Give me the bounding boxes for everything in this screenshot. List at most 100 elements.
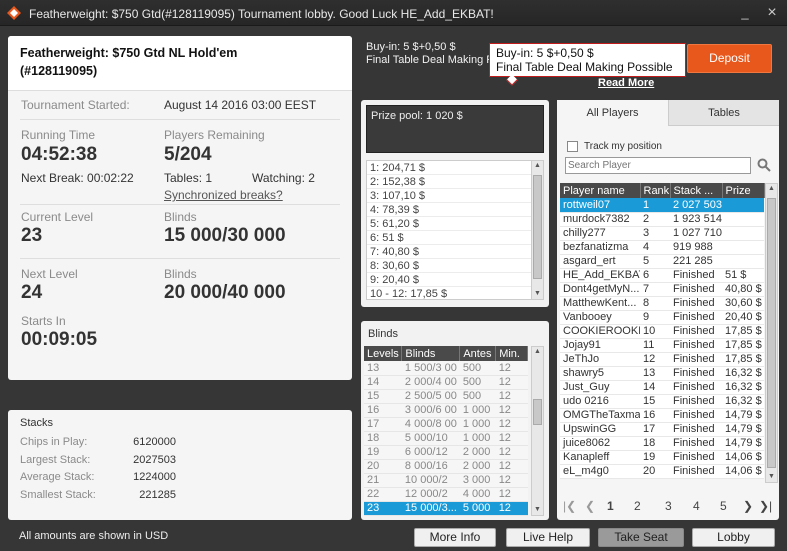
prize-list[interactable]: 1: 204,71 $2: 152,38 $3: 107,10 $4: 78,3… [366, 160, 532, 300]
stack-value: 221285 [139, 488, 176, 501]
player-row[interactable]: HE_Add_EKBAT 6 Finished 51 $ [560, 268, 764, 283]
next-blinds-label: Blinds [164, 267, 197, 281]
blinds-column-header[interactable]: Levels [364, 346, 403, 361]
player-row[interactable]: MatthewKent... 8 Finished 30,60 $ [560, 296, 764, 311]
track-position-checkbox[interactable] [567, 141, 578, 152]
scroll-thumb[interactable] [533, 399, 542, 425]
player-row[interactable]: rottweil07 1 2 027 503 [560, 198, 764, 213]
tables-count: Tables: 1 [164, 171, 213, 185]
tab-all-players[interactable]: All Players [557, 100, 668, 126]
next-page-icon[interactable]: ❯ [743, 499, 753, 513]
player-row[interactable]: bezfanatizma 4 919 988 [560, 240, 764, 255]
players-column-header[interactable]: Stack ... [670, 183, 723, 198]
page-number[interactable]: 4 [693, 499, 700, 513]
read-more-link[interactable]: Read More [598, 77, 654, 89]
players-column-header[interactable]: Player name [560, 183, 641, 198]
deposit-button[interactable]: Deposit [687, 44, 772, 73]
scroll-down-icon[interactable]: ▼ [766, 472, 777, 482]
player-row[interactable]: Just_Guy 14 Finished 16,32 $ [560, 380, 764, 395]
blinds-cell: 4 000/8 00 [401, 417, 460, 432]
player-cell [722, 240, 764, 255]
player-cell: 1 [640, 198, 670, 213]
blinds-cell: 13 [364, 361, 402, 376]
blinds-cell: 12 [495, 473, 528, 488]
page-number[interactable]: 2 [634, 499, 641, 513]
scroll-up-icon[interactable]: ▲ [766, 184, 777, 194]
blinds-label: Blinds [164, 210, 197, 224]
blinds-scrollbar[interactable]: ▲ ▼ [531, 346, 544, 516]
tab-tables[interactable]: Tables [668, 100, 779, 126]
player-row[interactable]: asgard_ert 5 221 285 [560, 254, 764, 269]
scroll-up-icon[interactable]: ▲ [532, 161, 543, 171]
prize-scrollbar[interactable]: ▲ ▼ [531, 160, 544, 300]
players-scrollbar[interactable]: ▲ ▼ [765, 183, 778, 483]
blinds-panel-title: Blinds [368, 328, 398, 340]
player-row[interactable]: Dont4getMyN... 7 Finished 40,80 $ [560, 282, 764, 297]
scroll-thumb[interactable] [533, 175, 542, 279]
blinds-cell: 5 000 [459, 501, 496, 516]
player-cell: Finished [670, 464, 722, 479]
player-cell: 2 [640, 212, 670, 227]
player-cell: asgard_ert [560, 254, 640, 269]
player-row[interactable]: Kanapleff 19 Finished 14,06 $ [560, 450, 764, 465]
close-button[interactable]: × [764, 5, 780, 21]
player-cell: Jojay91 [560, 338, 640, 353]
scroll-up-icon[interactable]: ▲ [532, 347, 543, 357]
player-cell: 16,32 $ [722, 366, 764, 381]
blinds-column-header[interactable]: Antes [459, 346, 497, 361]
lobby-button[interactable]: Lobby [692, 528, 775, 547]
prize-row: 1: 204,71 $ [367, 161, 531, 175]
player-row[interactable]: eL_m4g0 20 Finished 14,06 $ [560, 464, 764, 479]
search-icon[interactable] [757, 158, 771, 172]
player-cell: 3 [640, 226, 670, 241]
player-row[interactable]: juice8062 18 Finished 14,79 $ [560, 436, 764, 451]
started-label: Tournament Started: [21, 98, 130, 112]
players-column-header[interactable]: Rank [640, 183, 671, 198]
blinds-cell: 14 [364, 375, 402, 390]
synchronized-breaks-link[interactable]: Synchronized breaks? [164, 188, 283, 202]
live-help-button[interactable]: Live Help [506, 528, 590, 547]
players-column-header[interactable]: Prize [722, 183, 765, 198]
player-cell: 13 [640, 366, 670, 381]
current-level-value: 23 [21, 225, 43, 246]
blinds-row: 23 15 000/3... 5 000 12 [364, 501, 528, 516]
player-row[interactable]: Vanbooey 9 Finished 20,40 $ [560, 310, 764, 325]
take-seat-button[interactable]: Take Seat [598, 528, 684, 547]
scroll-down-icon[interactable]: ▼ [532, 505, 543, 515]
blinds-cell: 19 [364, 445, 402, 460]
player-cell: 9 [640, 310, 670, 325]
blinds-cell: 2 000/4 00 [401, 375, 460, 390]
blinds-column-header[interactable]: Min. [495, 346, 528, 361]
prev-page-icon[interactable]: ❮ [585, 499, 595, 513]
blinds-cell: 16 [364, 403, 402, 418]
player-row[interactable]: udo 0216 15 Finished 16,32 $ [560, 394, 764, 409]
page-number[interactable]: 3 [665, 499, 672, 513]
scroll-thumb[interactable] [767, 198, 776, 468]
more-info-button[interactable]: More Info [414, 528, 496, 547]
first-page-icon[interactable]: |❮ [563, 499, 576, 513]
player-row[interactable]: shawry5 13 Finished 16,32 $ [560, 366, 764, 381]
player-row[interactable]: OMGTheTaxman 16 Finished 14,79 $ [560, 408, 764, 423]
player-row[interactable]: murdock7382 2 1 923 514 [560, 212, 764, 227]
player-row[interactable]: COOKIEROOKIE10Finished17,85 $ [560, 324, 764, 339]
search-player-input[interactable] [565, 157, 751, 174]
blinds-column-header[interactable]: Blinds [401, 346, 461, 361]
page-number[interactable]: 1 [607, 499, 614, 513]
player-cell: 16 [640, 408, 670, 423]
stack-value: 2027503 [133, 453, 176, 466]
tournament-title: Featherweight: $750 Gtd NL Hold'em (#128… [8, 36, 352, 91]
minimize-button[interactable]: _ [737, 6, 753, 20]
blinds-cell: 12 000/2 [401, 487, 460, 502]
player-cell: 14 [640, 380, 670, 395]
player-row[interactable]: Jojay91 11 Finished 17,85 $ [560, 338, 764, 353]
scroll-down-icon[interactable]: ▼ [532, 289, 543, 299]
prize-row: 2: 152,38 $ [367, 175, 531, 189]
stack-label: Average Stack: [20, 471, 95, 483]
last-page-icon[interactable]: ❯| [759, 499, 772, 513]
page-number[interactable]: 5 [720, 499, 727, 513]
player-row[interactable]: UpswinGG 17 Finished 14,79 $ [560, 422, 764, 437]
player-row[interactable]: JeThJo 12 Finished 17,85 $ [560, 352, 764, 367]
player-row[interactable]: chilly277 3 1 027 710 [560, 226, 764, 241]
player-cell [722, 198, 764, 213]
player-cell: Vanbooey [560, 310, 640, 325]
